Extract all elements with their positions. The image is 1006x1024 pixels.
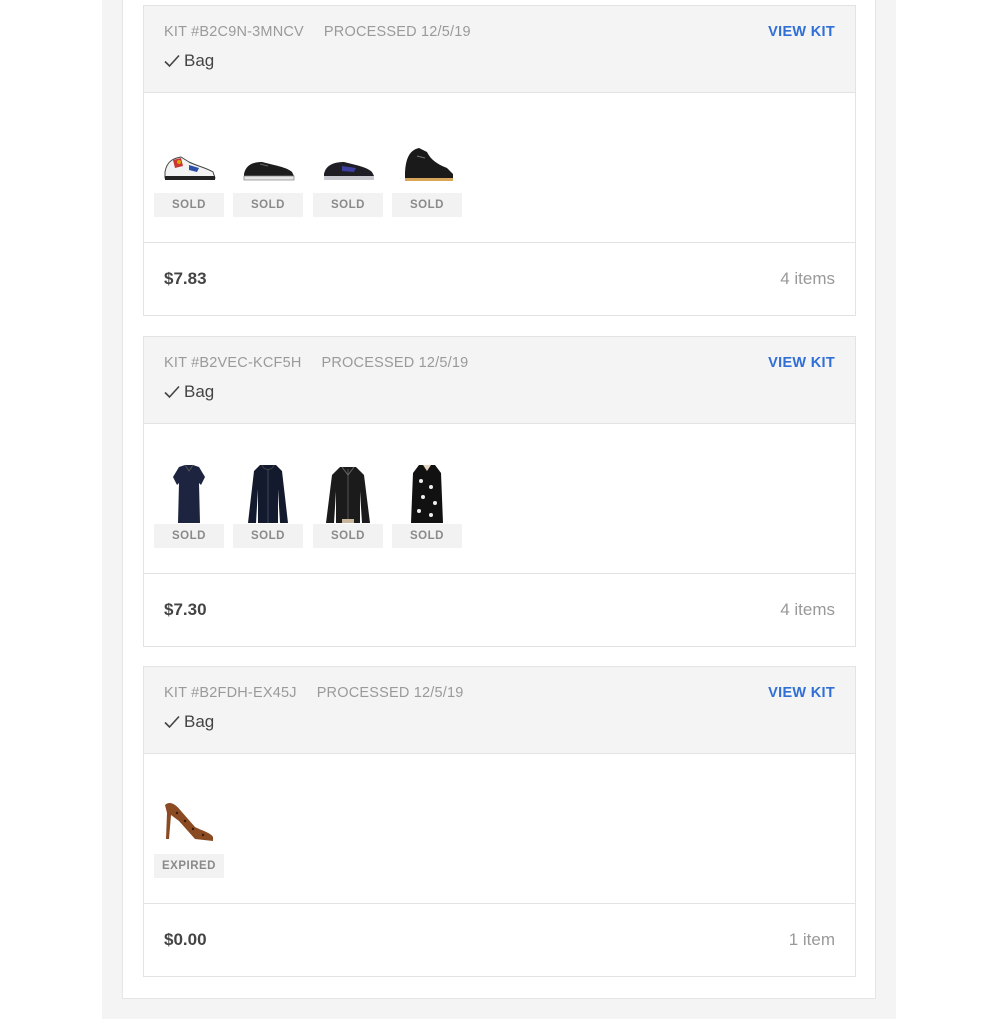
item-count: 1 item — [788, 930, 835, 949]
status-badge: SOLD — [313, 193, 383, 217]
sneaker-image — [164, 156, 216, 180]
kit-price: $7.83 — [164, 269, 207, 288]
item-tile[interactable]: SOLD — [313, 459, 383, 549]
jacket-image — [248, 464, 288, 523]
item-tile[interactable]: SOLD — [154, 459, 224, 549]
item-tile[interactable]: EXPIRED — [154, 789, 224, 879]
heel-image — [165, 803, 213, 841]
checkmark-icon — [164, 54, 180, 68]
bag-label: Bag — [184, 382, 215, 401]
status-badge: SOLD — [233, 193, 303, 217]
item-tile[interactable]: SOLD — [233, 128, 303, 218]
kit-items: SOLD SOLD SOLD SOLD — [144, 424, 855, 574]
kit-items: EXPIRED — [144, 754, 855, 904]
item-tile[interactable]: SOLD — [233, 459, 303, 549]
bag-label: Bag — [184, 712, 215, 731]
jacket-image — [326, 466, 370, 523]
processed-date: PROCESSED 12/5/19 — [323, 24, 471, 40]
kit-price: $7.30 — [164, 600, 207, 619]
kit-id: KIT #B2C9N-3MNCV — [164, 24, 304, 40]
view-kit-link[interactable]: VIEW KIT — [768, 24, 835, 40]
sneaker-image — [243, 162, 295, 181]
status-badge: SOLD — [313, 524, 383, 548]
bag-row: Bag — [163, 51, 214, 71]
item-tile[interactable]: SOLD — [313, 128, 383, 218]
kit-footer: $7.83 4 items — [144, 243, 855, 315]
kit-id: KIT #B2VEC-KCF5H — [164, 355, 302, 371]
item-tile[interactable]: SOLD — [392, 459, 462, 549]
kit-header: KIT #B2VEC-KCF5H PROCESSED 12/5/19 VIEW K… — [144, 337, 855, 424]
kit-card: KIT #B2VEC-KCF5H PROCESSED 12/5/19 VIEW K… — [143, 336, 856, 647]
kit-items: SOLD SOLD SOLD SOLD — [144, 93, 855, 243]
bag-label: Bag — [184, 51, 215, 70]
kit-footer: $7.30 4 items — [144, 574, 855, 646]
status-badge: EXPIRED — [154, 854, 224, 878]
item-count: 4 items — [780, 269, 835, 288]
kit-card: KIT #B2C9N-3MNCV PROCESSED 12/5/19 VIEW K… — [143, 5, 856, 316]
item-count: 4 items — [780, 600, 835, 619]
item-tile[interactable]: SOLD — [392, 128, 462, 218]
sneaker-image — [405, 148, 453, 181]
processed-date: PROCESSED 12/5/19 — [316, 685, 464, 701]
bag-row: Bag — [163, 382, 214, 402]
kit-id: KIT #B2FDH-EX45J — [164, 685, 297, 701]
bag-row: Bag — [163, 712, 214, 732]
status-badge: SOLD — [392, 193, 462, 217]
kit-meta: KIT #B2VEC-KCF5H PROCESSED 12/5/19 — [164, 355, 468, 371]
sneaker-image — [324, 162, 374, 180]
view-kit-link[interactable]: VIEW KIT — [768, 355, 835, 371]
kit-card: KIT #B2FDH-EX45J PROCESSED 12/5/19 VIEW K… — [143, 666, 856, 977]
view-kit-link[interactable]: VIEW KIT — [768, 685, 835, 701]
dress-image — [411, 465, 443, 523]
kit-price: $0.00 — [164, 930, 207, 949]
processed-date: PROCESSED 12/5/19 — [321, 355, 469, 371]
kit-header: KIT #B2C9N-3MNCV PROCESSED 12/5/19 VIEW K… — [144, 6, 855, 93]
kit-meta: KIT #B2FDH-EX45J PROCESSED 12/5/19 — [164, 685, 464, 701]
status-badge: SOLD — [154, 193, 224, 217]
blouse-image — [173, 464, 205, 523]
kit-header: KIT #B2FDH-EX45J PROCESSED 12/5/19 VIEW K… — [144, 667, 855, 754]
checkmark-icon — [164, 385, 180, 399]
kit-footer: $0.00 1 item — [144, 904, 855, 976]
status-badge: SOLD — [233, 524, 303, 548]
checkmark-icon — [164, 715, 180, 729]
status-badge: SOLD — [154, 524, 224, 548]
item-tile[interactable]: SOLD — [154, 128, 224, 218]
status-badge: SOLD — [392, 524, 462, 548]
kit-meta: KIT #B2C9N-3MNCV PROCESSED 12/5/19 — [164, 24, 471, 40]
